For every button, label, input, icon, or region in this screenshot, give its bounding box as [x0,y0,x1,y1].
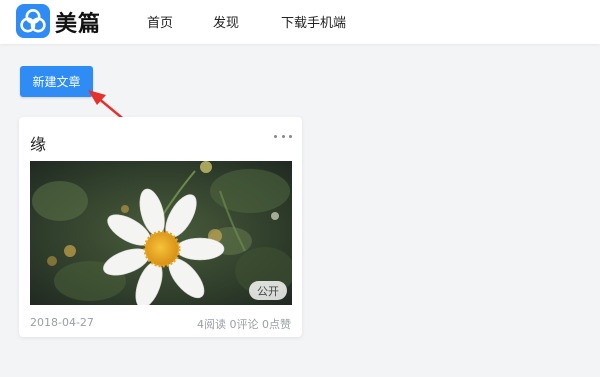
article-stats: 4阅读 0评论 0点赞 [197,318,291,331]
article-date: 2018-04-27 [30,316,94,329]
article-cover-image[interactable]: 公开 [30,161,292,305]
more-dots-icon[interactable] [274,131,292,141]
brand-name[interactable]: 美篇 [55,6,101,38]
meipian-logo-icon[interactable] [16,4,50,38]
nav-item-download-app[interactable]: 下载手机端 [281,12,346,31]
new-article-button[interactable]: 新建文章 [20,66,93,97]
article-card[interactable]: 缘 公开 2018-04-27 4阅读 0评论 0点赞 [19,117,302,337]
nav-item-discover[interactable]: 发现 [213,12,239,31]
nav-item-home[interactable]: 首页 [147,12,173,31]
visibility-badge: 公开 [249,281,287,300]
top-navbar: 美篇 首页 发现 下载手机端 [0,0,600,44]
article-title[interactable]: 缘 [30,131,46,155]
